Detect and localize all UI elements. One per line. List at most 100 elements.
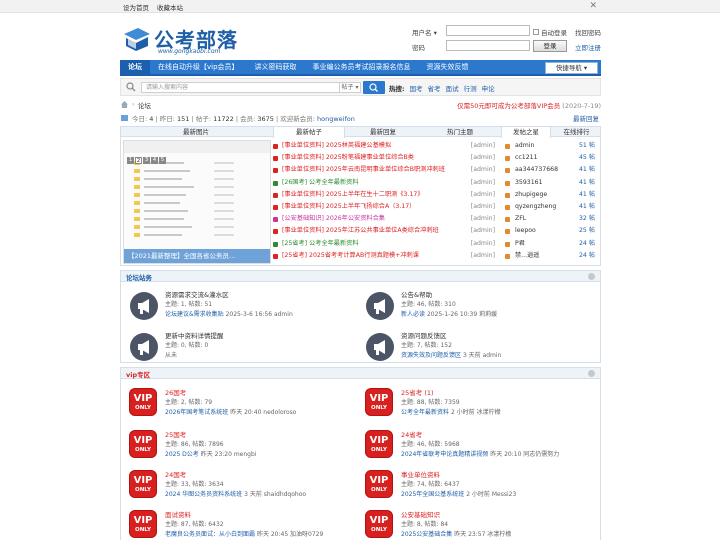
last-post-link[interactable]: 2025公安基础合集 (401, 531, 452, 538)
tab-hot-topics[interactable]: 热门主题 (421, 127, 499, 137)
forum-item[interactable]: VIP ONLY 24国考 主题: 33, 帖数: 3634 2024 华图公务员… (125, 469, 355, 513)
last-post-link[interactable]: 2026年国考笔试系统班 (165, 409, 228, 416)
list-item[interactable]: [事业单位资料] 2025粉笔福建事业单位综合B类 [admin] (273, 152, 499, 164)
nav-vip-upgrade[interactable]: 在线自动升级【vip会员】 (150, 60, 247, 74)
tab-latest-posts[interactable]: 最新帖子 (273, 127, 345, 138)
list-item[interactable]: 3593161 41 帖 (503, 177, 599, 189)
tab-online-rank[interactable]: 在线排行 (553, 127, 600, 137)
section-title[interactable]: vip专区 (126, 369, 150, 379)
user-name[interactable]: leepoo (515, 225, 536, 237)
thread-title[interactable]: [25省考] 公考全年最新资料 (282, 238, 470, 250)
forum-name[interactable]: 26国考 (165, 387, 186, 397)
collapse-icon[interactable] (588, 370, 595, 377)
announcement[interactable]: 仅需50元即可成为公考部落VIP会员 (2020-7-19) (457, 100, 601, 110)
last-post-link[interactable]: 2025年全国公基系统班 (401, 491, 464, 498)
user-name[interactable]: ZFL (515, 213, 526, 225)
forum-name[interactable]: 25国考 (165, 429, 186, 439)
thread-title[interactable]: [事业单位资料] 2025年江苏公共事业单位A类综合冲刺班 (282, 225, 470, 237)
close-icon[interactable]: ✕ (589, 1, 597, 11)
thread-title[interactable]: [事业单位资料] 2025上半年在生十二职测《3.17》 (282, 189, 470, 201)
user-name[interactable]: admin (515, 140, 534, 152)
user-name[interactable]: 禁...逍遥 (515, 250, 539, 262)
find-password-link[interactable]: 找回密码 (575, 27, 601, 37)
collapse-icon[interactable] (588, 273, 595, 280)
list-item[interactable]: P君 24 帖 (503, 238, 599, 250)
search-button[interactable] (363, 81, 385, 94)
nav-exam-info[interactable]: 事业编公务员考试招录报名信息 (305, 60, 419, 74)
forum-name[interactable]: 事业单位资料 (401, 469, 440, 479)
list-item[interactable]: [事业单位资料] 2025年江苏公共事业单位A类综合冲刺班 [admin] (273, 225, 499, 237)
thread-title[interactable]: [事业单位资料] 2025上半年飞扬综合A（3.17） (282, 201, 470, 213)
password-input[interactable] (446, 40, 530, 51)
last-post-link[interactable]: 2024年省联考申论真题精讲视频 (401, 451, 488, 458)
hot-link-mianshi[interactable]: 面试 (446, 83, 459, 93)
new-member-link[interactable]: hongweifon (317, 115, 355, 123)
user-name[interactable]: aa344737668 (515, 164, 558, 176)
forum-name[interactable]: 面试资料 (165, 509, 191, 519)
hot-link-xingce[interactable]: 行测 (464, 83, 477, 93)
auto-login[interactable]: 自动登录 (533, 27, 567, 37)
list-item[interactable]: [事业单位资料] 2025林英福建公基模拟 [admin] (273, 140, 499, 152)
thread-title[interactable]: [26国考] 公考全年最新资料 (282, 177, 470, 189)
list-item[interactable]: qyzengzheng 41 帖 (503, 201, 599, 213)
user-name[interactable]: cc1211 (515, 152, 538, 164)
thread-author[interactable]: [admin] (471, 152, 495, 164)
list-item[interactable]: aa344737668 41 帖 (503, 164, 599, 176)
list-item[interactable]: [事业单位资料] 2025年云南昆明事业单位综合B职测冲刺班 [admin] (273, 164, 499, 176)
forum-item[interactable]: VIP ONLY 26国考 主题: 2, 帖数: 79 2026年国考笔试系统班 … (125, 387, 355, 431)
forum-name[interactable]: 资源需求交流&灌水区 (165, 289, 229, 299)
last-post-link[interactable]: 论坛建议&需求收集贴 (165, 311, 224, 318)
list-item[interactable]: [25省考] 公考全年最新资料 [admin] (273, 238, 499, 250)
quick-nav-button[interactable]: 快捷导航 ▾ (545, 62, 598, 74)
slide-page-1[interactable]: 1 (127, 157, 134, 164)
slide-page-4[interactable]: 4 (151, 157, 158, 164)
forum-item[interactable]: VIP ONLY 25国考 主题: 86, 帖数: 7896 2025 D公考 昨… (125, 429, 355, 473)
forum-item[interactable]: 公告&帮助 主题: 46, 帖数: 310 新人必读 2025-1-26 10:… (361, 289, 591, 333)
hot-link-guokao[interactable]: 国考 (410, 83, 423, 93)
login-button[interactable]: 登录 (533, 40, 567, 52)
thread-author[interactable]: [admin] (471, 225, 495, 237)
last-post-link[interactable]: 资源失效及问题反馈区 (401, 352, 461, 359)
nav-password[interactable]: 讲义密码获取 (247, 60, 305, 74)
last-post-link[interactable]: 2025 D公考 (165, 451, 199, 458)
register-link[interactable]: 立即注册 (575, 42, 601, 52)
thread-author[interactable]: [admin] (471, 201, 495, 213)
forum-name[interactable]: 25省考 (1) (401, 387, 434, 397)
forum-name[interactable]: 公告&帮助 (401, 289, 432, 299)
forum-item[interactable]: VIP ONLY 事业单位资料 主题: 74, 帖数: 6437 2025年全国公… (361, 469, 591, 513)
slide-page-2[interactable]: 2 (135, 157, 142, 164)
thread-author[interactable]: [admin] (471, 250, 495, 262)
forum-item[interactable]: 资源需求交流&灌水区 主题: 1, 帖数: 51 论坛建议&需求收集贴 2025… (125, 289, 355, 333)
user-name[interactable]: P君 (515, 238, 525, 250)
forum-item[interactable]: VIP ONLY 25省考 (1) 主题: 88, 帖数: 7359 公考全年最新… (361, 387, 591, 431)
set-homepage-link[interactable]: 设为首页 (123, 2, 149, 12)
list-item[interactable]: 禁...逍遥 24 帖 (503, 250, 599, 262)
thread-author[interactable]: [admin] (471, 164, 495, 176)
tab-latest-images[interactable]: 最新图片 (121, 127, 271, 137)
user-name[interactable]: qyzengzheng (515, 201, 556, 213)
list-item[interactable]: [事业单位资料] 2025上半年飞扬综合A（3.17） [admin] (273, 201, 499, 213)
list-item[interactable]: [事业单位资料] 2025上半年在生十二职测《3.17》 [admin] (273, 189, 499, 201)
thread-title[interactable]: [25省考] 2025省考考计算AB行测真题模+冲刺课 (282, 250, 470, 262)
thread-author[interactable]: [admin] (471, 177, 495, 189)
bookmark-link[interactable]: 收藏本站 (157, 2, 183, 12)
list-item[interactable]: [公安基础知识] 2026年公安资料合集 [admin] (273, 213, 499, 225)
forum-item[interactable]: VIP ONLY 公安基础知识 主题: 8, 帖数: 84 2025公安基础合集 … (361, 509, 591, 540)
user-name[interactable]: 3593161 (515, 177, 543, 189)
forum-name[interactable]: 资源问题反馈区 (401, 330, 447, 340)
slide-caption[interactable]: 【2021最新整理】全国各省公务员... (124, 249, 270, 263)
thread-author[interactable]: [admin] (471, 238, 495, 250)
latest-replies-link[interactable]: 最新回复 (573, 113, 599, 123)
image-slideshow[interactable]: 1 2 3 4 5 【2021最新整理】全国各省公务员... (123, 140, 271, 264)
auto-login-checkbox[interactable] (533, 29, 539, 35)
nav-forum[interactable]: 论坛 (120, 60, 150, 74)
last-post-link[interactable]: 新人必读 (401, 311, 425, 318)
thread-author[interactable]: [admin] (471, 140, 495, 152)
user-name[interactable]: zhupigege (515, 189, 547, 201)
last-post-link[interactable]: 老魔良公务员面试：从小白到面霸 (165, 531, 255, 538)
tab-latest-replies[interactable]: 最新回复 (347, 127, 419, 137)
forum-name[interactable]: 24国考 (165, 469, 186, 479)
forum-name[interactable]: 公安基础知识 (401, 509, 440, 519)
site-logo[interactable]: 公考部落 www.gongkaobl.com (120, 24, 238, 58)
thread-title[interactable]: [事业单位资料] 2025粉笔福建事业单位综合B类 (282, 152, 470, 164)
